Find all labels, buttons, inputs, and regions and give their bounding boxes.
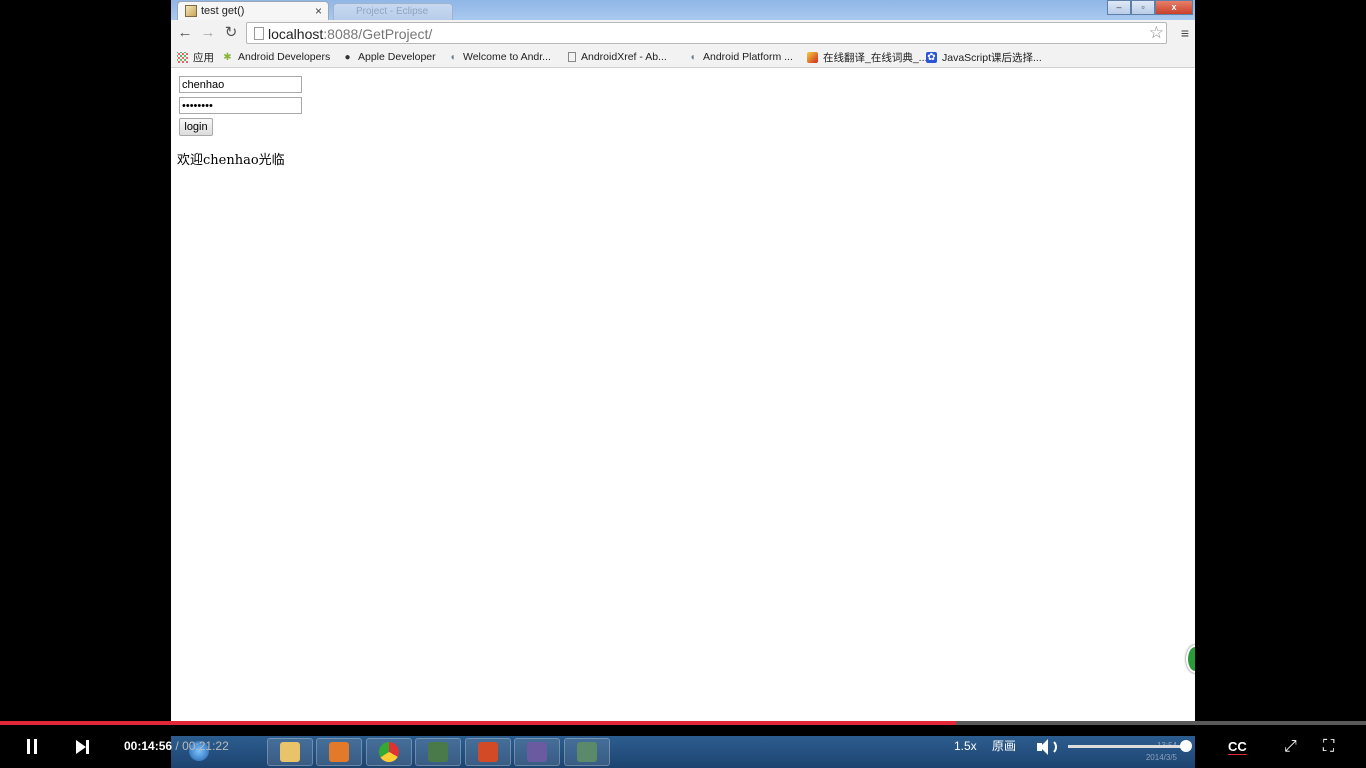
bookmark-androidxref[interactable]: AndroidXref - Ab...	[568, 50, 667, 64]
tab-eclipse[interactable]: Project - Eclipse	[333, 3, 453, 20]
fullscreen-icon[interactable]: ⛶	[1323, 725, 1334, 768]
url-text: localhost:8088/GetProject/	[268, 26, 433, 42]
bookmark-apple-developer[interactable]: ● Apple Developer	[342, 50, 435, 64]
tab-strip: test get() × Project - Eclipse – ▫ x	[171, 0, 1195, 20]
page-icon	[568, 52, 576, 62]
bookmark-star-icon[interactable]: ☆	[1149, 23, 1164, 43]
bookmark-android-developers[interactable]: ✱ Android Developers	[222, 50, 330, 64]
page-icon	[254, 27, 264, 40]
captions-button[interactable]: CC	[1228, 725, 1247, 768]
next-icon[interactable]	[75, 739, 91, 755]
bookmark-translate[interactable]: 在线翻译_在线词典_...	[807, 50, 927, 64]
browser-toolbar: ← → ↻ localhost:8088/GetProject/ ☆ ≡	[171, 20, 1195, 46]
page-content: login 欢迎chenhao光临	[171, 68, 1195, 721]
login-button[interactable]: login	[179, 118, 213, 136]
video-controls: 00:14:56 / 00:21:22 1.5x 原画 CC ⤢ ⛶	[0, 725, 1366, 768]
favicon-icon	[185, 5, 197, 17]
bookmark-android-platform[interactable]: ◖ Android Platform ...	[687, 50, 792, 64]
username-input[interactable]	[179, 76, 302, 93]
apps-icon	[177, 51, 188, 63]
volume-slider[interactable]	[1068, 745, 1188, 748]
bookmarks-bar: 应用 ✱ Android Developers ● Apple Developer …	[171, 46, 1195, 68]
window-controls: – ▫ x	[1107, 0, 1193, 15]
menu-icon[interactable]: ≡	[1181, 25, 1189, 41]
baidu-icon: ✿	[926, 51, 937, 63]
address-bar[interactable]: localhost:8088/GetProject/ ☆	[246, 22, 1167, 44]
forward-icon[interactable]: →	[198, 24, 218, 42]
tab-title: test get()	[201, 5, 245, 17]
pause-icon[interactable]	[24, 739, 40, 755]
android-studio-icon: ◖	[449, 51, 456, 63]
playback-speed-button[interactable]: 1.5x	[954, 725, 977, 768]
expand-icon[interactable]: ⤢	[1284, 725, 1297, 768]
apple-icon: ●	[344, 51, 351, 63]
back-icon[interactable]: ←	[175, 24, 195, 42]
browser-window: test get() × Project - Eclipse – ▫ x ← →…	[171, 0, 1195, 721]
welcome-message: 欢迎chenhao光临	[177, 153, 285, 168]
reload-icon[interactable]: ↻	[221, 24, 241, 42]
android-studio-icon: ◖	[689, 51, 696, 63]
volume-slider-thumb[interactable]	[1179, 740, 1192, 752]
password-input[interactable]	[179, 97, 302, 114]
translate-icon	[807, 51, 818, 63]
restore-button[interactable]: ▫	[1131, 0, 1155, 15]
tab-test-get[interactable]: test get() ×	[177, 1, 329, 20]
close-window-button[interactable]: x	[1155, 0, 1193, 15]
bookmark-javascript[interactable]: ✿ JavaScript课后选择...	[926, 50, 1042, 64]
tab-close-icon[interactable]: ×	[315, 4, 322, 18]
android-icon: ✱	[223, 51, 232, 63]
bookmark-welcome-android[interactable]: ◖ Welcome to Andr...	[447, 50, 550, 64]
tab-title: Project - Eclipse	[356, 6, 429, 17]
floating-widget-icon[interactable]	[1186, 645, 1195, 673]
time-display: 00:14:56 / 00:21:22	[124, 739, 229, 753]
bookmark-apps[interactable]: 应用	[177, 50, 214, 64]
minimize-button[interactable]: –	[1107, 0, 1131, 15]
quality-button[interactable]: 原画	[992, 725, 1016, 768]
